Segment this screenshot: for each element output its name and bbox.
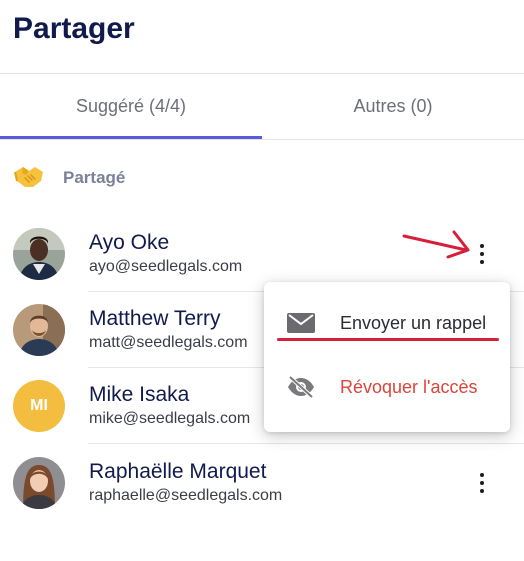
kebab-dot-1 [480,473,484,477]
person-name: Raphaëlle Marquet [89,460,267,483]
row-options-menu: Envoyer un rappel Révoquer l'accès [264,282,510,432]
tab-suggested-label: Suggéré (4/4) [75,95,187,116]
send-reminder-label: Envoyer un rappel [340,313,487,333]
revoke-access-menu-item[interactable]: Révoquer l'accès [264,357,510,417]
person-email: matt@seedlegals.com [89,334,248,351]
avatar [13,304,65,356]
kebab-dot-3 [480,260,484,264]
person-email: raphaelle@seedlegals.com [89,487,283,504]
tab-bar: Suggéré (4/4) Autres (0) [0,74,524,140]
envelope-icon [286,311,316,335]
person-name: Ayo Oke [89,231,170,254]
tab-others-label: Autres (0) [353,95,433,116]
kebab-dot-2 [480,481,484,485]
kebab-dot-2 [480,252,484,256]
more-options-button[interactable] [470,465,494,501]
eye-off-icon [286,375,316,399]
kebab-dot-3 [480,489,484,493]
person-email: mike@seedlegals.com [89,410,251,427]
kebab-dot-1 [480,244,484,248]
section-label: Partagé [63,168,126,187]
shared-section-header: Partagé [13,163,125,193]
tab-suggested[interactable]: Suggéré (4/4) [0,74,262,138]
person-name: Mike Isaka [89,383,190,406]
person-email: ayo@seedlegals.com [89,258,243,275]
send-reminder-menu-item[interactable]: Envoyer un rappel [264,293,510,353]
list-item: Raphaëlle Marquet raphaelle@seedlegals.c… [0,445,524,521]
avatar [13,457,65,509]
page-title: Partager [13,12,135,45]
tab-others[interactable]: Autres (0) [262,74,524,138]
person-name: Matthew Terry [89,307,221,330]
revoke-access-label: Révoquer l'accès [340,377,478,397]
avatar: MI [13,380,65,432]
tabs-divider [0,139,524,140]
row-divider [88,443,524,444]
annotation-arrow-icon [400,226,476,267]
handshake-icon [13,162,45,195]
annotation-underline [277,338,499,341]
avatar [13,228,65,280]
